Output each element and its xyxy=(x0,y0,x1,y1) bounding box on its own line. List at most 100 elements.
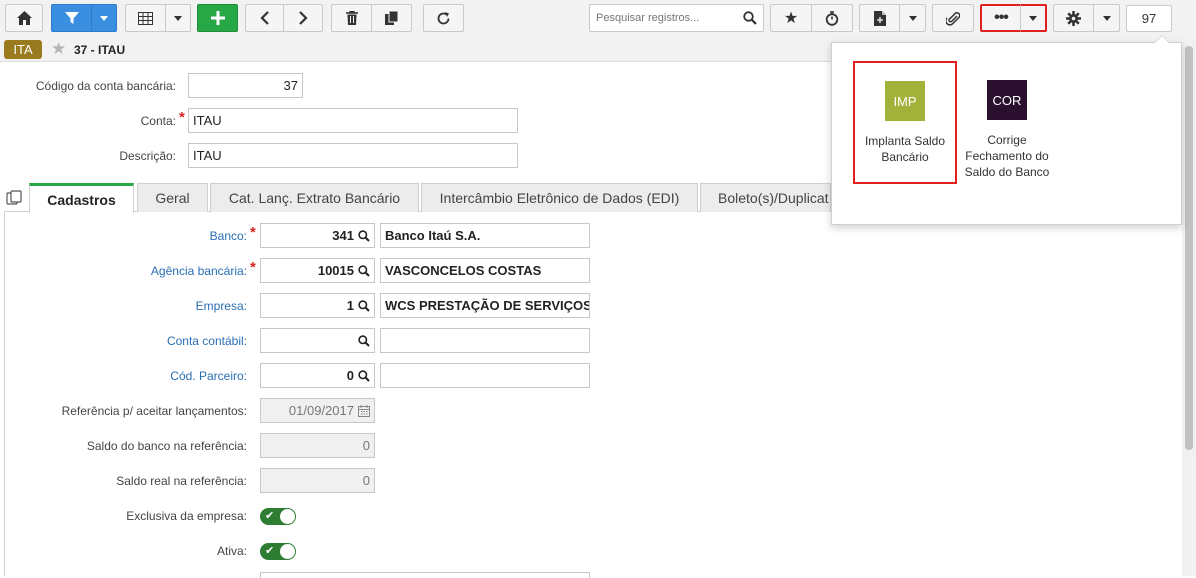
agencia-code-field[interactable]: 10015 xyxy=(260,258,375,283)
settings-button[interactable] xyxy=(1053,4,1094,32)
stopwatch-icon xyxy=(825,10,839,26)
chevron-down-icon xyxy=(100,15,108,21)
parceiro-label[interactable]: Cód. Parceiro: xyxy=(20,369,247,383)
chevron-down-icon xyxy=(174,15,182,21)
gear-icon xyxy=(1066,10,1081,26)
home-icon xyxy=(16,11,32,25)
ativa-label: Ativa: xyxy=(216,544,247,558)
toggle-knob xyxy=(280,544,295,559)
favorite-star-icon[interactable]: ★ xyxy=(51,39,66,59)
conta-contabil-name-field[interactable] xyxy=(380,328,590,353)
attachment-button[interactable] xyxy=(932,4,974,32)
trash-icon xyxy=(345,11,358,25)
report-dropdown-button[interactable] xyxy=(899,4,926,32)
previous-button[interactable] xyxy=(245,4,284,32)
refresh-button[interactable] xyxy=(423,4,464,32)
plus-icon xyxy=(210,11,225,25)
add-button[interactable] xyxy=(197,4,238,32)
exclusiva-label: Exclusiva da empresa: xyxy=(126,509,247,523)
grid-view-button[interactable] xyxy=(125,4,166,32)
referencia-date: 01/09/2017 xyxy=(288,403,354,418)
search-icon[interactable] xyxy=(358,370,370,382)
search-icon[interactable] xyxy=(743,11,757,25)
parceiro-code: 0 xyxy=(346,368,354,383)
empresa-code-field[interactable]: 1 xyxy=(260,293,375,318)
search-icon[interactable] xyxy=(358,230,370,242)
filter-dropdown-button[interactable] xyxy=(91,4,117,32)
descricao-label: Descrição: xyxy=(119,149,176,163)
check-icon: ✔ xyxy=(265,510,275,522)
banco-code: 341 xyxy=(332,228,354,243)
tab-cadastros[interactable]: Cadastros xyxy=(29,183,134,213)
codigo-field[interactable]: 37 xyxy=(188,73,303,98)
report-button[interactable] xyxy=(859,4,900,32)
more-actions-menu: IMP Implanta Saldo Bancário COR Corrige … xyxy=(831,42,1182,225)
agencia-name-field[interactable]: VASCONCELOS COSTAS xyxy=(380,258,590,283)
menu-item-implanta-saldo[interactable]: IMP Implanta Saldo Bancário xyxy=(853,61,957,184)
calendar-icon xyxy=(358,405,370,417)
ativa-toggle[interactable]: ✔ xyxy=(260,543,296,560)
exclusiva-toggle[interactable]: ✔ xyxy=(260,508,296,525)
empresa-code: 1 xyxy=(346,298,354,313)
required-asterisk: * xyxy=(179,109,185,126)
menu-item-label: Corrige Fechamento do Saldo do Banco xyxy=(964,133,1050,179)
search-icon[interactable] xyxy=(358,335,370,347)
saldo-real-label: Saldo real na referência: xyxy=(116,474,247,488)
agencia-code: 10015 xyxy=(317,263,354,278)
search-icon[interactable] xyxy=(358,265,370,277)
more-actions-button[interactable]: ••• xyxy=(980,4,1022,32)
tab-cat-lanc-extrato[interactable]: Cat. Lanç. Extrato Bancário xyxy=(210,183,419,212)
conta-contabil-label[interactable]: Conta contábil: xyxy=(20,334,247,348)
filter-icon xyxy=(64,12,79,24)
conta-contabil-code-field[interactable] xyxy=(260,328,375,353)
saldo-banco-field: 0 xyxy=(260,433,375,458)
document-icon xyxy=(873,10,886,26)
chevron-down-icon xyxy=(908,15,917,21)
home-button[interactable] xyxy=(5,4,43,32)
more-actions-dropdown-button[interactable] xyxy=(1020,4,1047,32)
next-button[interactable] xyxy=(283,4,323,32)
favorites-button[interactable]: ★ xyxy=(770,4,812,32)
banco-name-field[interactable]: Banco Itaú S.A. xyxy=(380,223,590,248)
timer-button[interactable] xyxy=(811,4,853,32)
ellipsis-icon: ••• xyxy=(994,9,1009,26)
tab-boletos[interactable]: Boleto(s)/Duplicat xyxy=(700,183,831,212)
record-count: 97 xyxy=(1126,5,1172,32)
view-dropdown-button[interactable] xyxy=(165,4,191,32)
filter-button[interactable] xyxy=(51,4,92,32)
copy-icon xyxy=(384,11,398,25)
toggle-knob xyxy=(280,509,295,524)
chevron-right-icon xyxy=(299,11,308,25)
conta-field[interactable]: ITAU xyxy=(188,108,518,133)
vertical-scrollbar[interactable] xyxy=(1182,38,1196,576)
menu-item-corrige-fechamento[interactable]: COR Corrige Fechamento do Saldo do Banco xyxy=(955,63,1059,182)
search-input[interactable] xyxy=(590,5,735,31)
imp-tile-icon: IMP xyxy=(885,81,925,121)
referencia-date-field: 01/09/2017 xyxy=(260,398,375,423)
tab-geral[interactable]: Geral xyxy=(137,183,208,212)
copy-icon[interactable] xyxy=(6,190,22,206)
empresa-label[interactable]: Empresa: xyxy=(20,299,247,313)
search-icon[interactable] xyxy=(358,300,370,312)
record-badge: ITA xyxy=(4,40,42,59)
descricao-field[interactable]: ITAU xyxy=(188,143,518,168)
banco-label[interactable]: Banco: xyxy=(20,229,247,243)
parceiro-code-field[interactable]: 0 xyxy=(260,363,375,388)
star-icon: ★ xyxy=(783,10,799,27)
paperclip-icon xyxy=(946,11,960,26)
tab-edi[interactable]: Intercâmbio Eletrônico de Dados (EDI) xyxy=(421,183,698,212)
next-field-partial[interactable] xyxy=(260,572,590,578)
delete-button[interactable] xyxy=(331,4,372,32)
settings-dropdown-button[interactable] xyxy=(1093,4,1120,32)
banco-code-field[interactable]: 341 xyxy=(260,223,375,248)
chevron-left-icon xyxy=(259,11,269,25)
refresh-icon xyxy=(437,11,450,24)
toolbar: ★ ••• 97 xyxy=(0,0,1196,38)
agencia-label[interactable]: Agência bancária: xyxy=(20,264,247,278)
record-title: 37 - ITAU xyxy=(74,43,126,57)
required-asterisk: * xyxy=(250,259,256,276)
empresa-name-field[interactable]: WCS PRESTAÇÃO DE SERVIÇOS xyxy=(380,293,590,318)
duplicate-button[interactable] xyxy=(371,4,412,32)
scrollbar-thumb[interactable] xyxy=(1185,46,1193,450)
parceiro-name-field[interactable] xyxy=(380,363,590,388)
